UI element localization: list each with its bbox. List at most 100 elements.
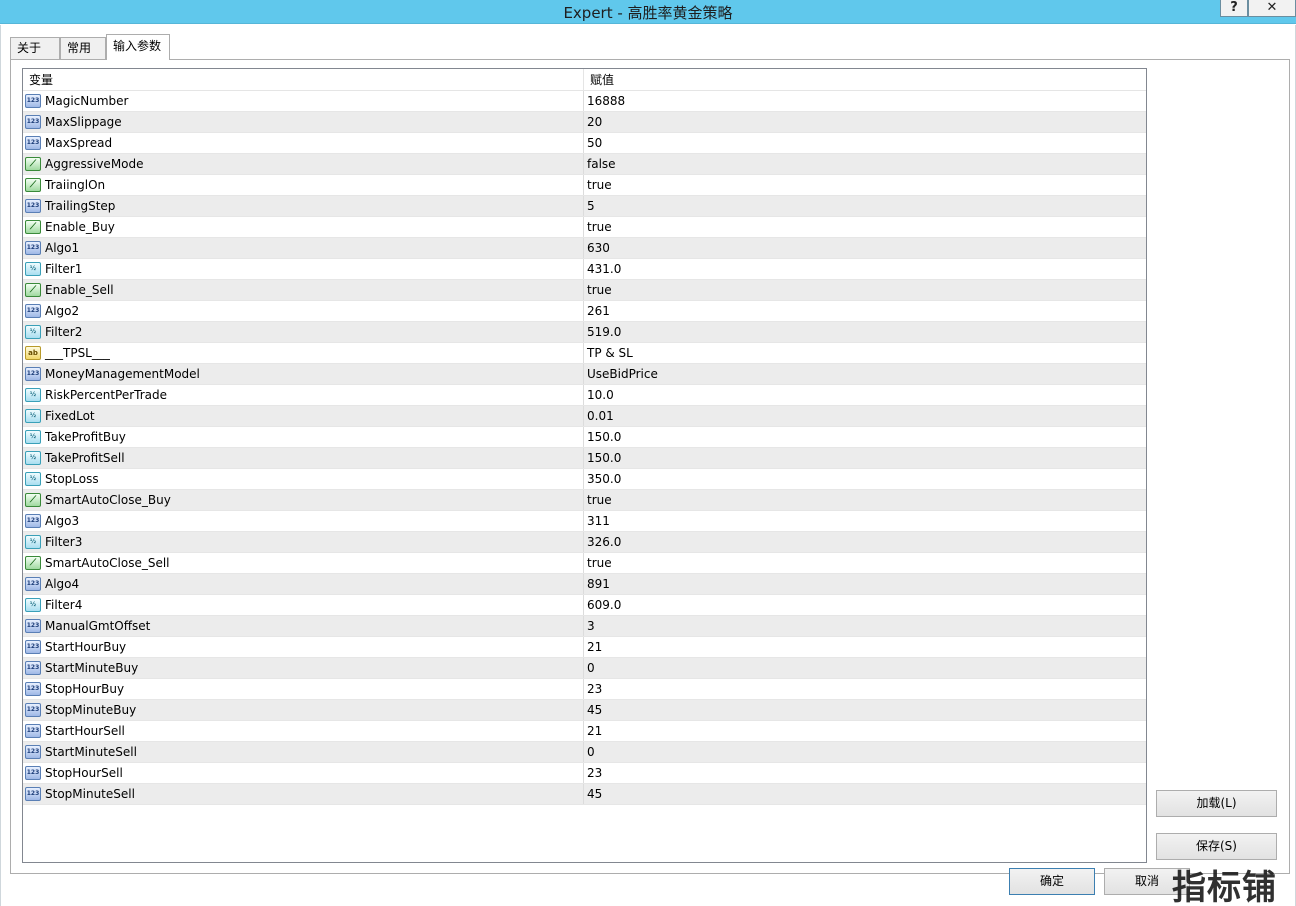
parameter-name: MaxSpread — [45, 136, 113, 150]
parameter-value[interactable]: 0 — [587, 742, 595, 762]
parameter-value[interactable]: 10.0 — [587, 385, 614, 405]
title-bar: Expert - 高胜率黄金策略 ? ✕ — [0, 0, 1296, 24]
load-button[interactable]: 加载(L) — [1156, 790, 1277, 817]
parameter-row[interactable]: ½ TakeProfitSell 150.0 — [23, 448, 1146, 469]
parameter-value[interactable]: 350.0 — [587, 469, 621, 489]
boolean-type-icon: ⟋ — [25, 556, 41, 570]
tab-about[interactable]: 关于 — [10, 37, 60, 59]
double-type-icon: ½ — [25, 430, 41, 444]
parameter-row[interactable]: ⟋ TraiinglOn true — [23, 175, 1146, 196]
parameter-value[interactable]: 0 — [587, 658, 595, 678]
parameter-row[interactable]: ⟋ AggressiveMode false — [23, 154, 1146, 175]
tab-inputs[interactable]: 输入参数 — [106, 34, 170, 60]
parameter-value[interactable]: 891 — [587, 574, 610, 594]
parameter-row[interactable]: ½ Filter3 326.0 — [23, 532, 1146, 553]
parameter-row[interactable]: ½ RiskPercentPerTrade 10.0 — [23, 385, 1146, 406]
parameter-row[interactable]: 123 StopMinuteBuy 45 — [23, 700, 1146, 721]
parameter-row[interactable]: 123 StartHourSell 21 — [23, 721, 1146, 742]
boolean-type-icon: ⟋ — [25, 493, 41, 507]
parameter-value[interactable]: 20 — [587, 112, 602, 132]
parameter-row[interactable]: 123 Algo3 311 — [23, 511, 1146, 532]
integer-type-icon: 123 — [25, 115, 41, 129]
parameter-row[interactable]: 123 MaxSpread 50 — [23, 133, 1146, 154]
parameter-value[interactable]: TP & SL — [587, 343, 633, 363]
close-button[interactable]: ✕ — [1248, 0, 1296, 17]
parameter-value[interactable]: 431.0 — [587, 259, 621, 279]
parameter-row[interactable]: 123 Algo1 630 — [23, 238, 1146, 259]
parameter-row[interactable]: 123 StartMinuteBuy 0 — [23, 658, 1146, 679]
parameter-value[interactable]: 326.0 — [587, 532, 621, 552]
parameter-value[interactable]: 150.0 — [587, 448, 621, 468]
column-header-value[interactable]: 赋值 — [584, 69, 1146, 91]
parameter-value[interactable]: UseBidPrice — [587, 364, 658, 384]
tab-common[interactable]: 常用 — [60, 37, 106, 59]
parameter-row[interactable]: ⟋ Enable_Sell true — [23, 280, 1146, 301]
parameter-value[interactable]: 5 — [587, 196, 595, 216]
parameter-row[interactable]: 123 StartHourBuy 21 — [23, 637, 1146, 658]
parameter-row[interactable]: ½ StopLoss 350.0 — [23, 469, 1146, 490]
parameter-name: TakeProfitBuy — [45, 430, 126, 444]
parameter-name: MagicNumber — [45, 94, 129, 108]
parameter-row[interactable]: 123 StopHourBuy 23 — [23, 679, 1146, 700]
parameter-row[interactable]: ⟋ SmartAutoClose_Buy true — [23, 490, 1146, 511]
parameter-value[interactable]: 630 — [587, 238, 610, 258]
parameter-value[interactable]: true — [587, 490, 612, 510]
parameter-name-cell: ½ TakeProfitSell — [23, 448, 584, 468]
parameter-row[interactable]: 123 MoneyManagementModel UseBidPrice — [23, 364, 1146, 385]
parameter-row[interactable]: 123 MaxSlippage 20 — [23, 112, 1146, 133]
parameter-row[interactable]: ab ___TPSL___ TP & SL — [23, 343, 1146, 364]
parameter-value[interactable]: 23 — [587, 679, 602, 699]
integer-type-icon: 123 — [25, 682, 41, 696]
integer-type-icon: 123 — [25, 367, 41, 381]
parameter-value[interactable]: true — [587, 217, 612, 237]
parameter-row[interactable]: ⟋ Enable_Buy true — [23, 217, 1146, 238]
parameter-name-cell: ½ RiskPercentPerTrade — [23, 385, 584, 405]
parameter-name-cell: 123 ManualGmtOffset — [23, 616, 584, 636]
parameter-value[interactable]: 311 — [587, 511, 610, 531]
integer-type-icon: 123 — [25, 787, 41, 801]
parameter-value[interactable]: 23 — [587, 763, 602, 783]
parameter-value[interactable]: 0.01 — [587, 406, 614, 426]
parameter-name: TrailingStep — [45, 199, 116, 213]
parameter-value[interactable]: 3 — [587, 616, 595, 636]
parameter-value[interactable]: 50 — [587, 133, 602, 153]
parameter-row[interactable]: ½ Filter1 431.0 — [23, 259, 1146, 280]
parameter-row[interactable]: 123 Algo4 891 — [23, 574, 1146, 595]
parameter-name: Enable_Sell — [45, 283, 114, 297]
parameter-row[interactable]: 123 ManualGmtOffset 3 — [23, 616, 1146, 637]
parameter-row[interactable]: 123 Algo2 261 — [23, 301, 1146, 322]
integer-type-icon: 123 — [25, 661, 41, 675]
parameter-row[interactable]: ½ Filter2 519.0 — [23, 322, 1146, 343]
ok-button[interactable]: 确定 — [1009, 868, 1095, 895]
parameter-value[interactable]: 150.0 — [587, 427, 621, 447]
parameter-row[interactable]: 123 MagicNumber 16888 — [23, 91, 1146, 112]
parameter-value[interactable]: true — [587, 175, 612, 195]
parameter-row[interactable]: ½ FixedLot 0.01 — [23, 406, 1146, 427]
parameter-row[interactable]: 123 StopHourSell 23 — [23, 763, 1146, 784]
boolean-type-icon: ⟋ — [25, 157, 41, 171]
help-button[interactable]: ? — [1220, 0, 1248, 17]
column-header-variable[interactable]: 变量 — [23, 69, 584, 91]
parameter-row[interactable]: 123 TrailingStep 5 — [23, 196, 1146, 217]
parameter-value[interactable]: true — [587, 280, 612, 300]
save-button[interactable]: 保存(S) — [1156, 833, 1277, 860]
parameter-row[interactable]: ½ TakeProfitBuy 150.0 — [23, 427, 1146, 448]
parameter-row[interactable]: 123 StartMinuteSell 0 — [23, 742, 1146, 763]
parameter-value[interactable]: 16888 — [587, 91, 625, 111]
parameter-value[interactable]: 21 — [587, 637, 602, 657]
parameter-value[interactable]: 609.0 — [587, 595, 621, 615]
parameter-name: Algo4 — [45, 577, 80, 591]
parameter-value[interactable]: 261 — [587, 301, 610, 321]
parameter-value[interactable]: 21 — [587, 721, 602, 741]
parameter-value[interactable]: 45 — [587, 700, 602, 720]
parameter-row[interactable]: ⟋ SmartAutoClose_Sell true — [23, 553, 1146, 574]
parameter-name-cell: 123 MoneyManagementModel — [23, 364, 584, 384]
parameter-row[interactable]: 123 StopMinuteSell 45 — [23, 784, 1146, 805]
parameter-value[interactable]: false — [587, 154, 616, 174]
parameter-value[interactable]: 519.0 — [587, 322, 621, 342]
integer-type-icon: 123 — [25, 304, 41, 318]
parameter-row[interactable]: ½ Filter4 609.0 — [23, 595, 1146, 616]
parameter-name-cell: 123 MaxSpread — [23, 133, 584, 153]
parameter-value[interactable]: 45 — [587, 784, 602, 804]
parameter-value[interactable]: true — [587, 553, 612, 573]
